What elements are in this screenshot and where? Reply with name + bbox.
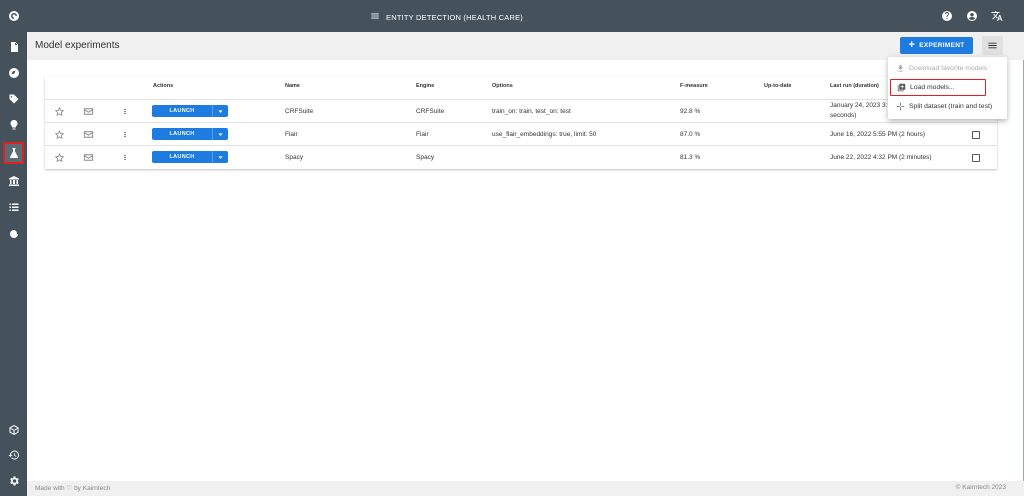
documents-icon[interactable] <box>5 38 22 55</box>
app-frame <box>0 0 1024 496</box>
row-options: use_flair_embeddings: true, limit: 50 <box>492 131 597 138</box>
launch-button[interactable]: LAUNCH <box>152 151 228 163</box>
table-row: LAUNCH Spacy Spacy 81.3 % June 22, 2022 … <box>45 145 997 168</box>
app-title: ENTITY DETECTION (HEALTH CARE) <box>386 12 523 22</box>
column-header-engine[interactable]: Engine <box>416 83 434 89</box>
compass-icon[interactable] <box>5 64 22 81</box>
logo-icon[interactable] <box>5 7 22 24</box>
experiments-table: Actions Name Engine Options F-measure Up… <box>45 77 997 169</box>
column-header-last-run[interactable]: Last run (duration) <box>830 83 879 89</box>
row-last-run: June 16, 2022 5:55 PM (2 hours) <box>830 131 926 138</box>
launch-label: LAUNCH <box>169 131 195 137</box>
plus-icon: + <box>908 39 916 51</box>
column-header-options[interactable]: Options <box>492 83 513 89</box>
mail-icon[interactable] <box>82 152 94 163</box>
more-menu-dropdown: Download favorite models Load models... … <box>888 57 1007 119</box>
library-icon[interactable] <box>5 172 22 189</box>
table-row: LAUNCH Flair Flair use_flair_embeddings:… <box>45 122 997 145</box>
menu-item-load-models[interactable]: Load models... <box>890 79 986 96</box>
column-header-actions: Actions <box>153 83 174 89</box>
row-engine: CRFSuite <box>416 108 445 115</box>
footer-credit: Made with ♡ by Kairntech <box>35 485 111 492</box>
row-last-run: June 22, 2022 4:32 PM (2 minutes) <box>830 154 932 161</box>
top-bar: ENTITY DETECTION (HEALTH CARE) <box>27 0 1024 32</box>
top-actions <box>940 9 1004 23</box>
caret-down-icon[interactable] <box>213 154 228 161</box>
row-checkbox[interactable] <box>972 154 980 162</box>
flask-icon[interactable] <box>3 142 24 164</box>
caret-down-icon[interactable] <box>213 131 228 138</box>
star-icon[interactable] <box>53 129 65 140</box>
sidebar <box>0 0 27 496</box>
more-vert-icon[interactable] <box>121 151 129 163</box>
row-name: Spacy <box>285 154 304 161</box>
caret-down-icon[interactable] <box>213 108 228 115</box>
cube-icon[interactable] <box>5 421 22 438</box>
star-icon[interactable] <box>53 152 65 163</box>
row-fmeasure: 92.8 % <box>680 108 701 115</box>
row-engine: Spacy <box>416 154 435 161</box>
menu-item-download-favorite-models[interactable]: Download favorite models <box>888 60 1007 77</box>
column-header-name[interactable]: Name <box>285 83 300 89</box>
menu-item-split-dataset[interactable]: Split dataset (train and test) <box>888 98 1007 115</box>
menu-item-label: Load models... <box>910 84 955 91</box>
page-title: Model experiments <box>35 40 120 51</box>
row-fmeasure: 87.0 % <box>680 131 701 138</box>
launch-button[interactable]: LAUNCH <box>152 128 228 140</box>
app-title-area: ENTITY DETECTION (HEALTH CARE) <box>370 11 523 23</box>
row-checkbox[interactable] <box>972 131 980 139</box>
row-name: CRFSuite <box>285 108 314 115</box>
help-icon[interactable] <box>940 9 954 23</box>
split-icon <box>896 102 905 111</box>
menu-item-label: Download favorite models <box>909 65 988 72</box>
hamburger-icon[interactable] <box>370 11 380 23</box>
lightbulb-icon[interactable] <box>5 116 22 133</box>
column-header-uptodate[interactable]: Up-to-date <box>764 83 792 89</box>
list-icon[interactable] <box>5 198 22 215</box>
table-row: LAUNCH CRFSuite CRFSuite train_on: train… <box>45 99 997 122</box>
row-engine: Flair <box>416 131 429 138</box>
menu-item-label: Split dataset (train and test) <box>909 103 993 110</box>
star-icon[interactable] <box>53 106 65 117</box>
row-last-run: January 24, 2023 3: <box>830 102 888 109</box>
load-models-icon <box>897 83 906 92</box>
launch-label: LAUNCH <box>169 108 195 114</box>
tag-icon[interactable] <box>5 90 22 107</box>
row-fmeasure: 81.3 % <box>680 154 701 161</box>
launch-button[interactable]: LAUNCH <box>152 105 228 117</box>
download-icon <box>897 65 904 72</box>
cloud-icon[interactable] <box>5 225 22 242</box>
page-header: Model experiments + EXPERIMENT <box>27 32 1024 60</box>
row-last-run-line2: seconds) <box>830 112 857 119</box>
mail-icon[interactable] <box>82 129 94 140</box>
column-header-fmeasure[interactable]: F-measure <box>680 83 708 89</box>
translate-icon[interactable] <box>990 9 1004 23</box>
more-vert-icon[interactable] <box>121 128 129 140</box>
row-name: Flair <box>285 131 298 138</box>
history-icon[interactable] <box>5 446 22 463</box>
menu-icon <box>988 42 997 49</box>
footer: Made with ♡ by Kairntech © Kairntech 202… <box>27 481 1024 496</box>
mail-icon[interactable] <box>82 106 94 117</box>
more-vert-icon[interactable] <box>121 105 129 117</box>
add-experiment-button[interactable]: + EXPERIMENT <box>900 37 973 54</box>
launch-label: LAUNCH <box>169 154 195 160</box>
row-options: train_on: train, test_on: test <box>492 108 571 115</box>
account-icon[interactable] <box>965 9 979 23</box>
settings-gear-icon[interactable] <box>5 472 22 489</box>
experiment-button-label: EXPERIMENT <box>919 42 965 49</box>
footer-copyright: © Kairntech 2023 <box>955 484 1006 491</box>
more-menu-button[interactable] <box>982 36 1003 55</box>
